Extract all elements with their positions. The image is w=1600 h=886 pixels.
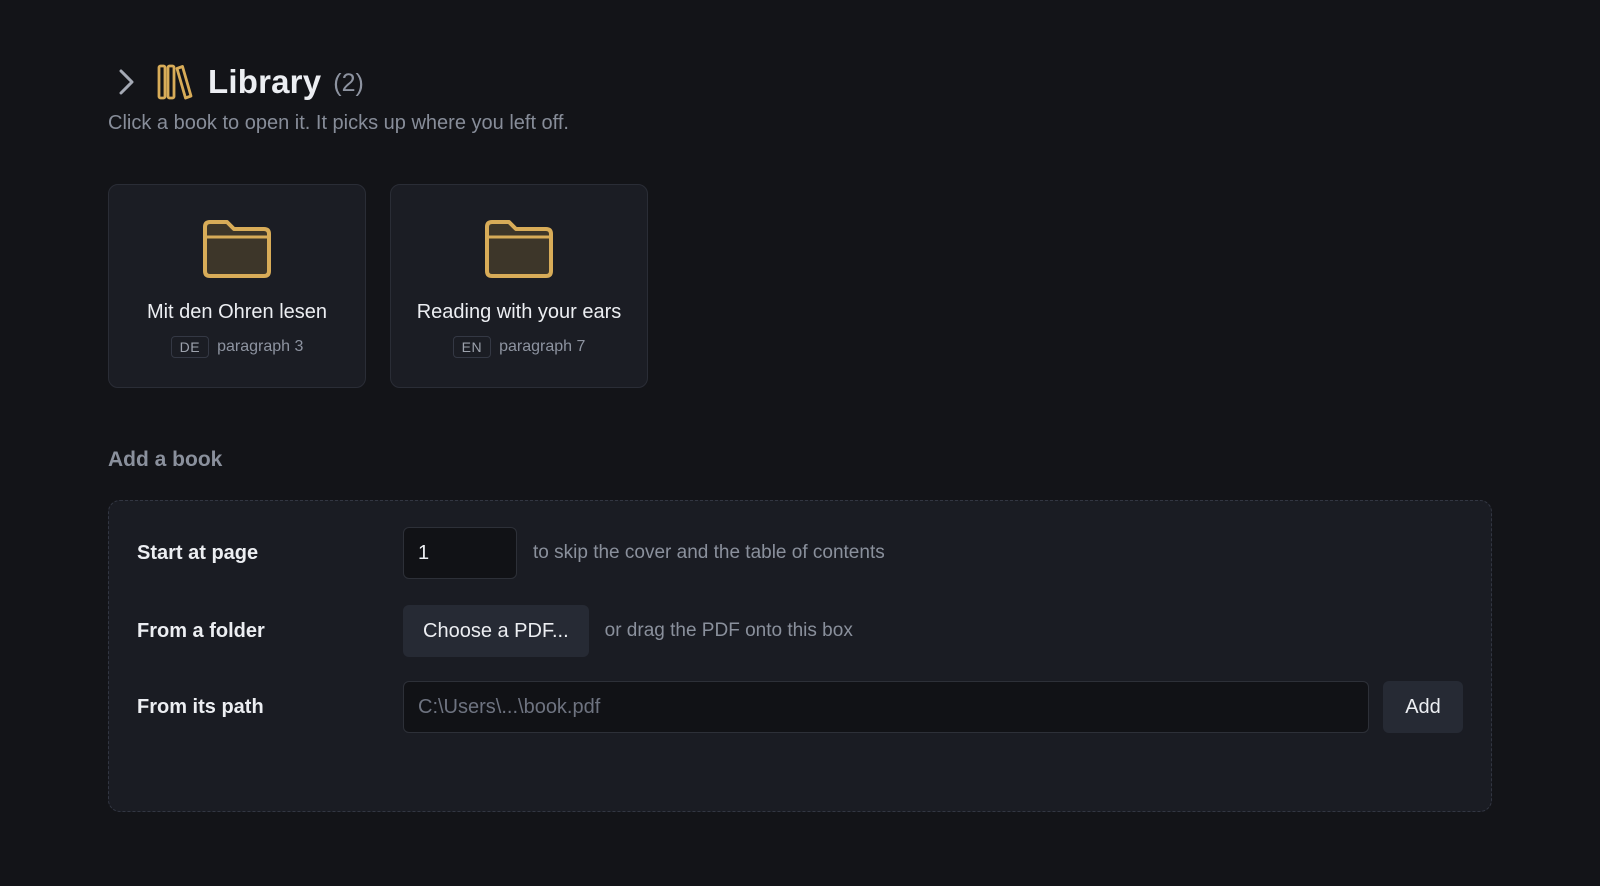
page-title: Library <box>208 63 322 100</box>
choose-pdf-button[interactable]: Choose a PDF... <box>403 605 589 657</box>
book-meta: DE paragraph 3 <box>170 336 304 358</box>
reading-progress: paragraph 3 <box>217 338 304 355</box>
book-card[interactable]: Mit den Ohren lesen DE paragraph 3 <box>108 184 366 388</box>
book-title: Mit den Ohren lesen <box>146 301 328 323</box>
start-page-row: Start at page to skip the cover and the … <box>137 527 885 579</box>
reading-progress: paragraph 7 <box>499 338 586 355</box>
language-badge: DE <box>170 336 210 358</box>
start-page-hint: to skip the cover and the table of conte… <box>533 542 885 563</box>
start-page-input[interactable] <box>403 527 517 579</box>
book-grid: Mit den Ohren lesen DE paragraph 3 Readi… <box>108 184 648 388</box>
folder-icon <box>203 220 271 278</box>
book-card[interactable]: Reading with your ears EN paragraph 7 <box>390 184 648 388</box>
drag-hint: or drag the PDF onto this box <box>604 620 853 641</box>
folder-icon <box>485 220 553 278</box>
chevron-right-icon[interactable] <box>106 62 146 102</box>
path-row: From its path Add <box>137 681 1463 733</box>
start-page-label: Start at page <box>137 541 259 564</box>
library-books-icon <box>156 62 196 102</box>
folder-label: From a folder <box>137 619 265 642</box>
add-book-dropzone[interactable]: Start at page to skip the cover and the … <box>108 500 1492 812</box>
book-meta: EN paragraph 7 <box>452 336 586 358</box>
path-label: From its path <box>137 695 264 718</box>
library-page: Library (2) Click a book to open it. It … <box>0 0 1600 886</box>
folder-row: From a folder Choose a PDF... or drag th… <box>137 605 853 657</box>
page-subtitle: Click a book to open it. It picks up whe… <box>108 112 569 134</box>
add-book-heading: Add a book <box>108 448 223 471</box>
language-badge: EN <box>452 336 492 358</box>
library-header: Library (2) <box>108 58 364 106</box>
path-input[interactable] <box>403 681 1369 733</box>
book-title: Reading with your ears <box>416 301 622 323</box>
add-button[interactable]: Add <box>1383 681 1463 733</box>
book-count: (2) <box>333 69 364 97</box>
